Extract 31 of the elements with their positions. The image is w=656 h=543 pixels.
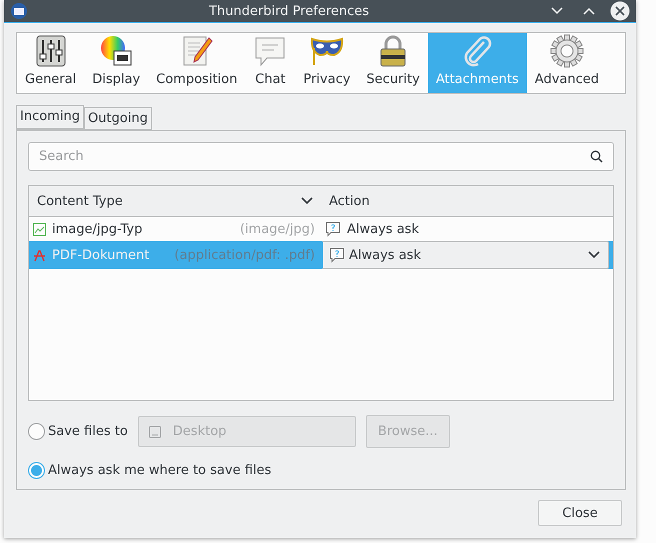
category-tab[interactable]: Security (358, 33, 428, 93)
image-icon (33, 222, 46, 236)
category-tab[interactable]: Chat (245, 33, 296, 93)
column-header[interactable]: Action (321, 186, 613, 216)
category-tab[interactable]: Privacy (295, 33, 358, 93)
category-tab[interactable]: Composition (148, 33, 246, 93)
search-field[interactable]: Search (28, 142, 614, 171)
category-tab[interactable]: Advanced (526, 33, 608, 93)
column-header[interactable]: Content Type (29, 186, 321, 216)
question-bubble-icon (329, 247, 345, 263)
close-icon[interactable] (610, 1, 630, 21)
sort-caret-icon (301, 197, 313, 205)
action-dropdown[interactable]: Always ask (321, 241, 609, 269)
app-icon (10, 2, 28, 20)
tab[interactable]: Incoming (16, 105, 84, 130)
search-icon (590, 150, 603, 163)
pdf-icon (33, 248, 46, 262)
action-text: Always ask (347, 222, 419, 236)
drive-icon (148, 426, 161, 438)
mime-type-text: (image/jpg) (240, 222, 316, 236)
content-type-text: PDF-Dokument (52, 248, 150, 262)
caret-icon (588, 251, 600, 259)
table-row[interactable]: PDF-Dokument (application/pdf: .pdf) Always ask (29, 241, 613, 269)
mime-type-text: (application/pdf: .pdf) (174, 248, 316, 262)
window-title: Thunderbird Preferences (208, 4, 370, 18)
question-bubble-icon (325, 221, 341, 237)
category-tab[interactable]: General (17, 33, 84, 93)
category-tab[interactable]: Display (84, 33, 148, 93)
content-type-text: image/jpg-Typ (52, 222, 142, 236)
tab[interactable]: Outgoing (84, 107, 152, 130)
close-button[interactable]: Close (538, 500, 622, 526)
